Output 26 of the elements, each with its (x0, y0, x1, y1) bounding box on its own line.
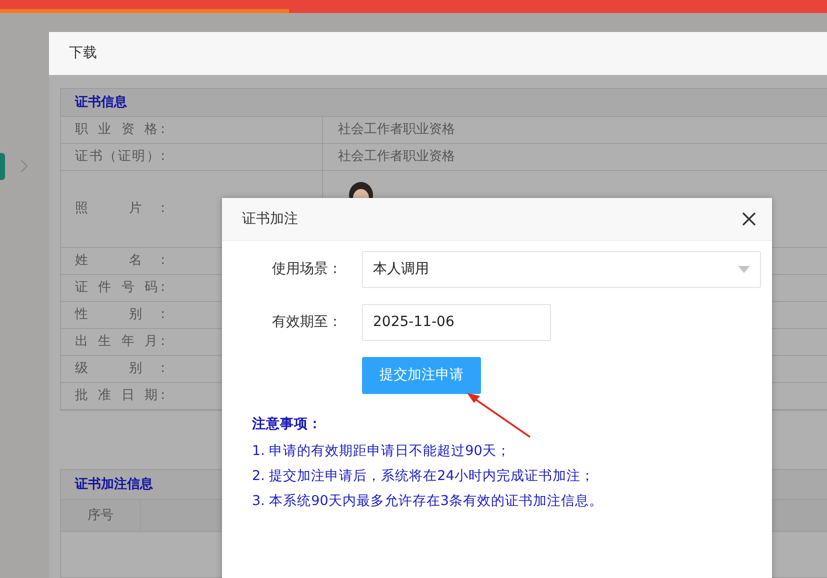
arrow (467, 393, 531, 438)
modal-title: 证书加注 (242, 210, 298, 228)
field-label: 职 业 资 格: (75, 121, 165, 140)
field-label: 级 别: (75, 360, 165, 378)
field-label: 证 件 号 码: (75, 279, 165, 298)
dialog-title: 下载 (49, 32, 827, 75)
close-icon[interactable] (742, 212, 756, 226)
notice-item: 2. 提交加注申请后，系统将在24小时内完成证书加注； (252, 467, 596, 486)
panel-heading: 证书信息 (61, 89, 827, 117)
field-value: 社会工作者职业资格 (338, 148, 455, 166)
field-value: 社会工作者职业资格 (338, 121, 455, 140)
chevron-icon (20, 159, 29, 173)
date-field[interactable]: 2025-11-06 (362, 304, 551, 341)
notice-item: 1. 申请的有效期距申请日不能超过90天； (252, 442, 512, 462)
field-label: 批 准 日 期: (75, 387, 165, 406)
field-label: 出 生 年 月: (75, 333, 165, 352)
notice-title: 注意事项： (252, 415, 323, 434)
field-label: 使用场景： (271, 260, 342, 279)
dropdown-icon (738, 266, 750, 273)
field-label: 姓 名: (75, 252, 165, 270)
field-label: 照 片: (75, 200, 165, 218)
field-label: 性 别: (75, 306, 165, 324)
field-label: 有效期至： (271, 313, 342, 332)
select-field[interactable]: 本人调用 (362, 251, 761, 288)
field-label: 证书（证明）: (75, 148, 165, 166)
column-header: 序号 (61, 500, 141, 531)
